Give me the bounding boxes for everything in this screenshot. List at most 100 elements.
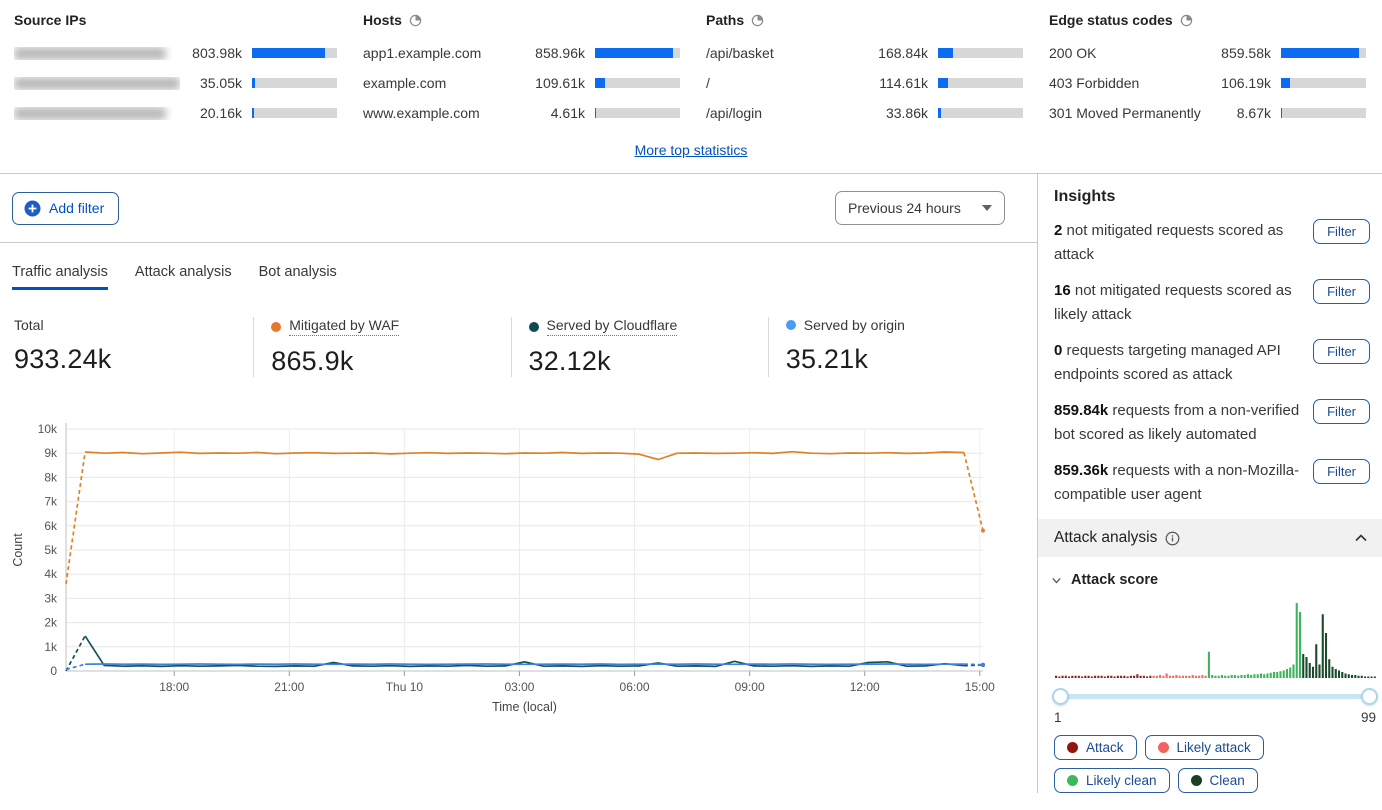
stat-row: 20.16k	[14, 98, 337, 128]
summary-label-text[interactable]: Mitigated by WAF	[289, 317, 399, 336]
summary-block-served-by-cloudflare: Served by Cloudflare32.12k	[511, 317, 768, 377]
legend-pill-clean[interactable]: Clean	[1178, 768, 1258, 793]
insight-text: 0 requests targeting managed API endpoin…	[1054, 339, 1303, 387]
stat-bar	[938, 78, 1023, 88]
main-panel: Add filter Previous 24 hours Traffic ana…	[0, 174, 1037, 793]
summary-label: Total	[14, 317, 44, 333]
attack-analysis-title: Attack analysis	[1054, 529, 1157, 547]
stat-column-title-text: Paths	[706, 12, 744, 28]
stat-row-label: 301 Moved Permanently	[1049, 105, 1209, 121]
svg-text:6k: 6k	[44, 518, 58, 532]
add-filter-label: Add filter	[49, 200, 104, 216]
attack-score-histogram	[1054, 598, 1376, 680]
stat-row-label: /api/basket	[706, 45, 866, 61]
more-top-statistics-row: More top statistics	[0, 128, 1382, 173]
slider-handle-left[interactable]	[1052, 688, 1069, 705]
svg-text:5k: 5k	[44, 543, 58, 557]
series-dot	[271, 322, 281, 332]
blurred-text	[14, 47, 166, 60]
summary-block-served-by-origin: Served by origin35.21k	[768, 317, 1025, 377]
summary-block-total: Total933.24k	[12, 317, 253, 377]
summary-label-text[interactable]: Served by Cloudflare	[547, 317, 678, 336]
stat-row-value: 858.96k	[523, 45, 585, 61]
stat-row: 200 OK859.58k	[1049, 38, 1366, 68]
svg-text:8k: 8k	[44, 470, 58, 484]
svg-text:7k: 7k	[44, 494, 58, 508]
stat-column-hosts: Hostsapp1.example.com858.96kexample.com1…	[363, 12, 680, 128]
filter-button[interactable]: Filter	[1313, 459, 1370, 484]
legend-pill-likely-clean[interactable]: Likely clean	[1054, 768, 1170, 793]
summary-label: Mitigated by WAF	[271, 317, 399, 336]
insight-text: 16 not mitigated requests scored as like…	[1054, 279, 1303, 327]
stat-bar	[595, 78, 680, 88]
x-axis-label: Time (local)	[492, 700, 557, 714]
slider-handle-right[interactable]	[1361, 688, 1378, 705]
insight-list: 2 not mitigated requests scored as attac…	[1054, 219, 1370, 507]
chevron-down-icon	[1050, 574, 1063, 587]
stat-row-label: 403 Forbidden	[1049, 75, 1209, 91]
blurred-text	[14, 77, 180, 90]
legend-label: Attack	[1086, 740, 1124, 755]
stat-row: /api/basket168.84k	[706, 38, 1023, 68]
sampling-icon	[409, 14, 422, 27]
sampling-icon	[751, 14, 764, 27]
stat-column-title-text: Source IPs	[14, 12, 86, 28]
stat-column-source-ips: Source IPs803.98k35.05k20.16k	[14, 12, 337, 128]
svg-text:10k: 10k	[38, 422, 58, 436]
stat-bar-fill	[595, 48, 673, 58]
svg-text:12:00: 12:00	[850, 680, 880, 694]
tab-traffic-analysis[interactable]: Traffic analysis	[12, 264, 108, 290]
tab-attack-analysis[interactable]: Attack analysis	[135, 264, 232, 290]
time-range-select[interactable]: Previous 24 hours	[835, 191, 1005, 225]
score-range-slider[interactable]	[1054, 687, 1376, 706]
filter-button[interactable]: Filter	[1313, 279, 1370, 304]
stat-row-label: /	[706, 75, 866, 91]
summary-row: Total933.24kMitigated by WAF865.9kServed…	[12, 317, 1025, 377]
stat-bar	[252, 108, 337, 118]
stat-bar-fill	[1281, 108, 1282, 118]
attack-score-label: Attack score	[1071, 572, 1158, 588]
sampling-icon	[1180, 14, 1193, 27]
legend-dot	[1067, 775, 1078, 786]
stat-bar-fill	[252, 78, 255, 88]
insight-item: 859.36k requests with a non-Mozilla-comp…	[1054, 459, 1370, 507]
score-legend: Attack Likely attack Likely clean Clean	[1054, 735, 1382, 793]
legend-pill-likely-attack[interactable]: Likely attack	[1145, 735, 1264, 760]
stat-bar-fill	[938, 78, 948, 88]
filter-button[interactable]: Filter	[1313, 399, 1370, 424]
slider-track[interactable]	[1060, 694, 1370, 699]
stat-bar-fill	[595, 108, 596, 118]
more-top-statistics-link[interactable]: More top statistics	[635, 142, 748, 158]
stat-column-title: Source IPs	[14, 12, 337, 28]
insight-item: 0 requests targeting managed API endpoin…	[1054, 339, 1370, 387]
stat-column-title: Edge status codes	[1049, 12, 1366, 28]
stat-bar	[938, 108, 1023, 118]
summary-block-mitigated-by-waf: Mitigated by WAF865.9k	[253, 317, 510, 377]
stat-bar	[595, 108, 680, 118]
filter-button[interactable]: Filter	[1313, 219, 1370, 244]
stat-column-title-text: Hosts	[363, 12, 402, 28]
stat-row: 301 Moved Permanently8.67k	[1049, 98, 1366, 128]
legend-dot	[1067, 742, 1078, 753]
redacted-source-ip	[14, 107, 180, 120]
attack-analysis-header[interactable]: Attack analysis	[1038, 519, 1382, 557]
add-filter-button[interactable]: Add filter	[12, 192, 119, 225]
stat-row-value: 168.84k	[866, 45, 928, 61]
legend-dot	[1191, 775, 1202, 786]
slider-labels: 1 99	[1054, 710, 1376, 725]
insight-item: 859.84k requests from a non-verified bot…	[1054, 399, 1370, 447]
summary-label: Served by Cloudflare	[529, 317, 678, 336]
stat-bar	[595, 48, 680, 58]
info-icon	[1165, 531, 1180, 546]
top-stats-section: Source IPs803.98k35.05k20.16kHostsapp1.e…	[0, 0, 1382, 128]
stat-column-title: Paths	[706, 12, 1023, 28]
series-dot	[529, 322, 539, 332]
stat-bar-fill	[595, 78, 605, 88]
plus-circle-icon	[24, 200, 41, 217]
legend-pill-attack[interactable]: Attack	[1054, 735, 1137, 760]
legend-label: Likely attack	[1177, 740, 1251, 755]
svg-text:21:00: 21:00	[274, 680, 304, 694]
attack-score-section-toggle[interactable]: Attack score	[1050, 572, 1370, 588]
tab-bot-analysis[interactable]: Bot analysis	[259, 264, 337, 290]
filter-button[interactable]: Filter	[1313, 339, 1370, 364]
